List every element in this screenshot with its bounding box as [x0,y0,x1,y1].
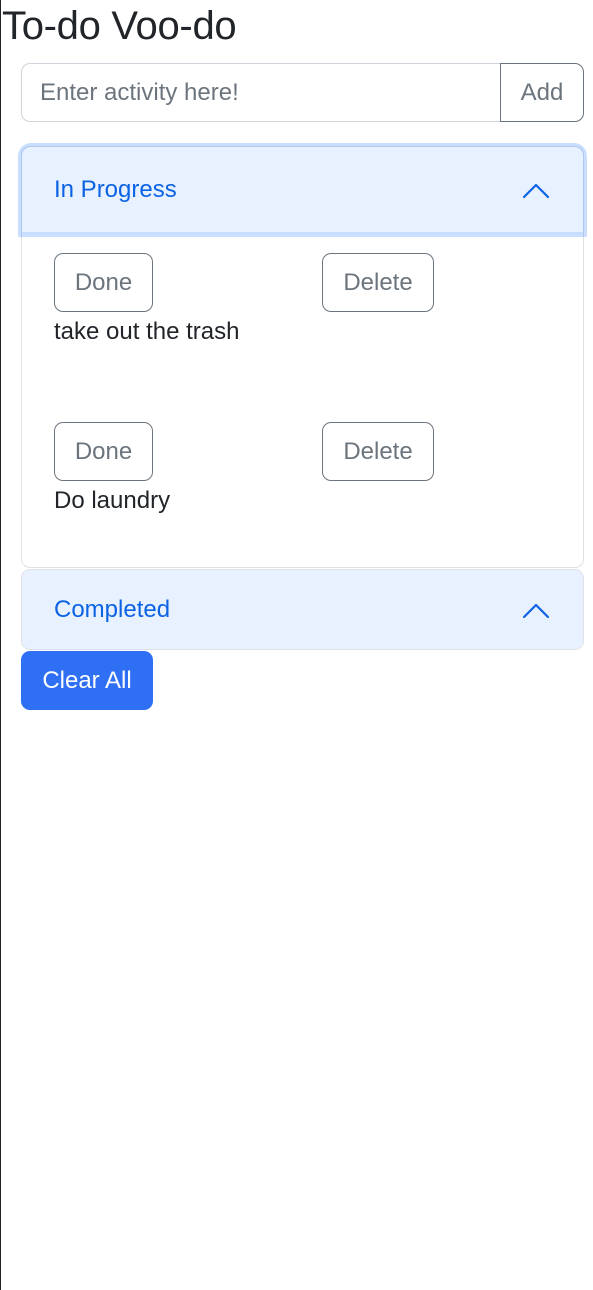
completed-title: Completed [54,595,171,623]
done-button[interactable]: Done [54,253,153,312]
add-activity-form: Add [21,63,584,122]
in-progress-accordion: In Progress Done Delete take out the tra… [21,146,584,568]
in-progress-title: In Progress [54,175,177,203]
todo-item: Done Delete take out the trash [54,253,554,363]
done-button[interactable]: Done [54,422,153,481]
completed-accordion: Completed [21,569,584,650]
todo-text: take out the trash [54,318,240,345]
todo-item: Done Delete Do laundry [54,422,554,532]
todo-text: Do laundry [54,487,171,514]
delete-button[interactable]: Delete [322,253,434,312]
completed-header[interactable]: Completed [22,570,583,649]
activity-input[interactable] [21,63,500,122]
in-progress-list: Done Delete take out the trash Done Dele… [22,233,583,567]
app-title: To-do Voo-do [2,4,237,48]
clear-all-button[interactable]: Clear All [21,651,153,710]
chevron-up-icon [522,183,550,198]
add-button[interactable]: Add [500,63,584,122]
delete-button[interactable]: Delete [322,422,434,481]
in-progress-header[interactable]: In Progress [22,147,583,233]
chevron-up-icon [522,603,550,618]
app-frame: To-do Voo-do Add In Progress Done Delete… [0,0,593,1290]
